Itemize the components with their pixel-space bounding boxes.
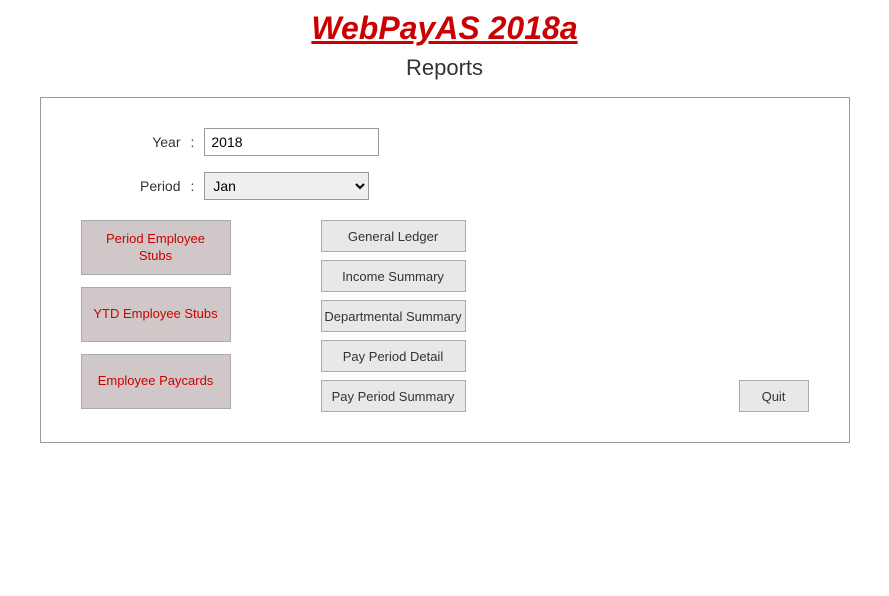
- app-title: WebPayAS 2018a: [311, 10, 577, 47]
- departmental-summary-button[interactable]: Departmental Summary: [321, 300, 466, 332]
- income-summary-button[interactable]: Income Summary: [321, 260, 466, 292]
- pay-period-summary-button[interactable]: Pay Period Summary: [321, 380, 466, 412]
- period-employee-stubs-button[interactable]: Period EmployeeStubs: [81, 220, 231, 275]
- period-row: Period : Jan Feb Mar Apr May Jun Jul Aug…: [81, 172, 809, 200]
- buttons-area: Period EmployeeStubs YTD Employee Stubs …: [81, 220, 809, 412]
- ytd-employee-stubs-button[interactable]: YTD Employee Stubs: [81, 287, 231, 342]
- period-colon: :: [191, 178, 195, 194]
- main-box: Year : Period : Jan Feb Mar Apr May Jun …: [40, 97, 850, 443]
- year-input[interactable]: [204, 128, 379, 156]
- quit-button-wrapper: Quit: [739, 380, 809, 412]
- year-row: Year :: [81, 128, 809, 156]
- right-buttons-group: General Ledger Income Summary Department…: [321, 220, 466, 412]
- pay-period-detail-button[interactable]: Pay Period Detail: [321, 340, 466, 372]
- left-buttons-group: Period EmployeeStubs YTD Employee Stubs …: [81, 220, 231, 412]
- period-label: Period: [81, 178, 181, 194]
- employee-paycards-button[interactable]: Employee Paycards: [81, 354, 231, 409]
- quit-button[interactable]: Quit: [739, 380, 809, 412]
- page-wrapper: WebPayAS 2018a Reports Year : Period : J…: [0, 0, 889, 596]
- period-select[interactable]: Jan Feb Mar Apr May Jun Jul Aug Sep Oct …: [204, 172, 369, 200]
- year-label: Year: [81, 134, 181, 150]
- year-colon: :: [191, 134, 195, 150]
- general-ledger-button[interactable]: General Ledger: [321, 220, 466, 252]
- page-heading: Reports: [406, 55, 483, 81]
